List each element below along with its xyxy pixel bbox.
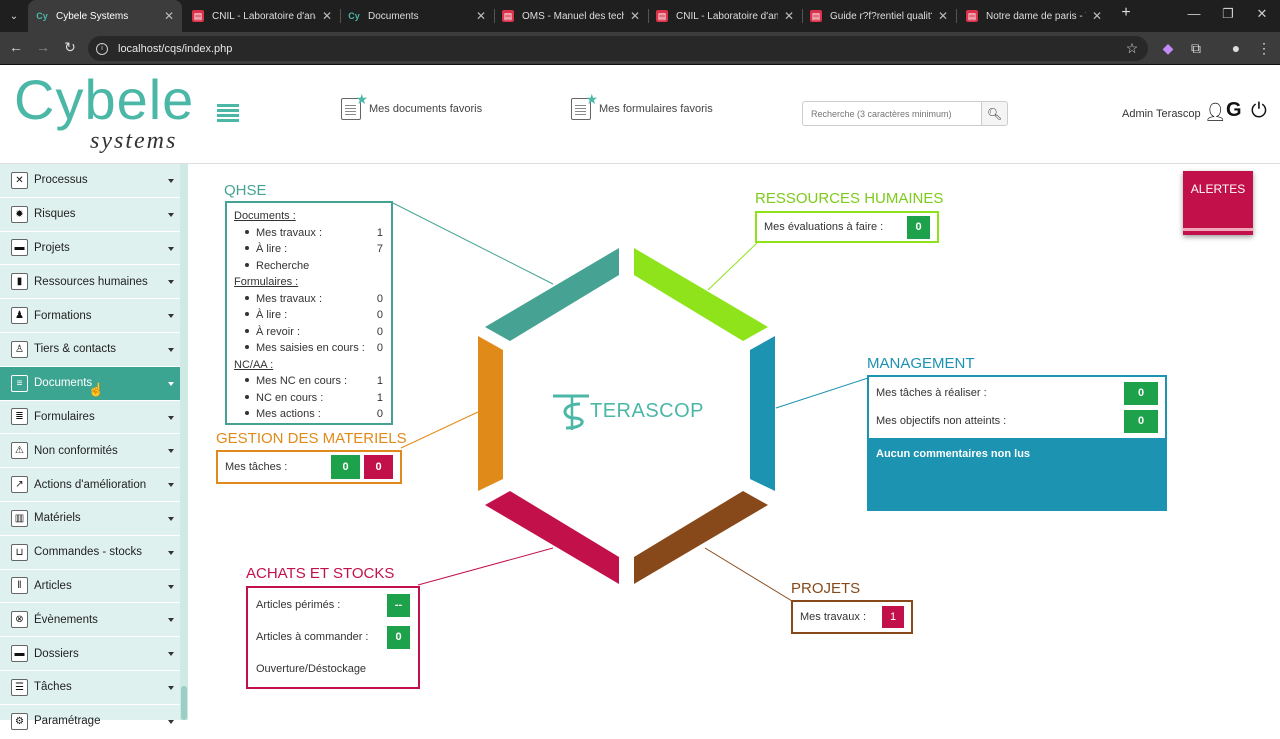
rh-evaluations-badge[interactable]: 0 (907, 215, 930, 239)
materiels-title: GESTION DES MATERIELS (216, 430, 407, 447)
qhse-form-alire[interactable]: À lire :0 (234, 307, 383, 324)
achats-destockage-link[interactable]: Ouverture/Déstockage (256, 653, 410, 685)
hex-segment-achats (485, 491, 619, 584)
management-tasks-badge[interactable]: 0 (1124, 381, 1158, 405)
materiels-tasks-badge-green[interactable]: 0 (331, 455, 360, 479)
hex-segment-qhse (485, 248, 619, 341)
management-title: MANAGEMENT (867, 355, 975, 372)
materiels-tasks-badge-red[interactable]: 0 (364, 455, 393, 479)
hex-segment-materiels (478, 336, 503, 491)
qhse-form-saisies[interactable]: Mes saisies en cours :0 (234, 340, 383, 357)
projets-title: PROJETS (791, 580, 861, 597)
rh-panel: Mes évaluations à faire : 0 (755, 211, 939, 243)
qhse-forms-heading: Formulaires : (234, 276, 299, 289)
hex-segment-rh (634, 248, 768, 341)
management-panel: Mes tâches à réaliser : 0 Mes objectifs … (867, 375, 1167, 511)
projets-travaux-row[interactable]: Mes travaux : 1 (800, 602, 904, 632)
management-tasks-row[interactable]: Mes tâches à réaliser : 0 (869, 379, 1165, 407)
hex-segment-management (750, 336, 775, 491)
management-objectives-badge[interactable]: 0 (1124, 409, 1158, 433)
qhse-nc-heading: NC/AA : (234, 358, 274, 371)
connector-achats (417, 547, 554, 586)
qhse-doc-travaux[interactable]: Mes travaux :1 (234, 225, 383, 242)
connector-materiels (400, 411, 479, 449)
hex-segment-projets (634, 491, 768, 584)
achats-expired-row[interactable]: Articles périmés : -- (256, 589, 410, 621)
projets-travaux-badge[interactable]: 1 (882, 606, 904, 628)
terascop-logo-text: TERASCOP (590, 400, 705, 422)
projets-panel: Mes travaux : 1 (791, 600, 913, 634)
management-objectives-row[interactable]: Mes objectifs non atteints : 0 (869, 407, 1165, 435)
qhse-form-arevoir[interactable]: À revoir :0 (234, 324, 383, 341)
qhse-panel: Documents : Mes travaux :1 À lire :7 Rec… (225, 201, 393, 425)
alerts-button[interactable]: ALERTES (1183, 171, 1253, 235)
management-comments-panel: Aucun commentaires non lus (869, 438, 1165, 509)
achats-expired-badge[interactable]: -- (387, 593, 410, 617)
qhse-doc-recherche[interactable]: Recherche (234, 258, 383, 275)
qhse-nc-actions[interactable]: Mes actions :0 (234, 406, 383, 423)
qhse-title: QHSE (224, 182, 267, 199)
achats-order-row[interactable]: Articles à commander : 0 (256, 621, 410, 653)
rh-title: RESSOURCES HUMAINES (755, 190, 944, 207)
materiels-tasks-row[interactable]: Mes tâches : 0 0 (225, 452, 393, 482)
materiels-panel: Mes tâches : 0 0 (216, 450, 402, 484)
qhse-documents-heading: Documents : (234, 210, 296, 223)
mouse-cursor-icon: ☝ (88, 382, 105, 397)
terascop-logo-icon (553, 394, 589, 430)
qhse-doc-alire[interactable]: À lire :7 (234, 241, 383, 258)
connector-rh (707, 242, 758, 291)
achats-panel: Articles périmés : -- Articles à command… (246, 586, 420, 689)
caret-down-icon (168, 719, 174, 724)
qhse-form-travaux[interactable]: Mes travaux :0 (234, 291, 383, 308)
hexagon-diagram (392, 202, 869, 602)
connector-qhse (392, 202, 554, 285)
achats-order-badge[interactable]: 0 (387, 625, 410, 649)
rh-evaluations-row[interactable]: Mes évaluations à faire : 0 (764, 213, 930, 241)
alert-stripe (1183, 228, 1253, 231)
connector-projets (704, 547, 793, 602)
achats-title: ACHATS ET STOCKS (246, 565, 395, 582)
qhse-nc-encours[interactable]: NC en cours :1 (234, 390, 383, 407)
connector-management (775, 377, 869, 409)
qhse-nc-mes[interactable]: Mes NC en cours :1 (234, 373, 383, 390)
